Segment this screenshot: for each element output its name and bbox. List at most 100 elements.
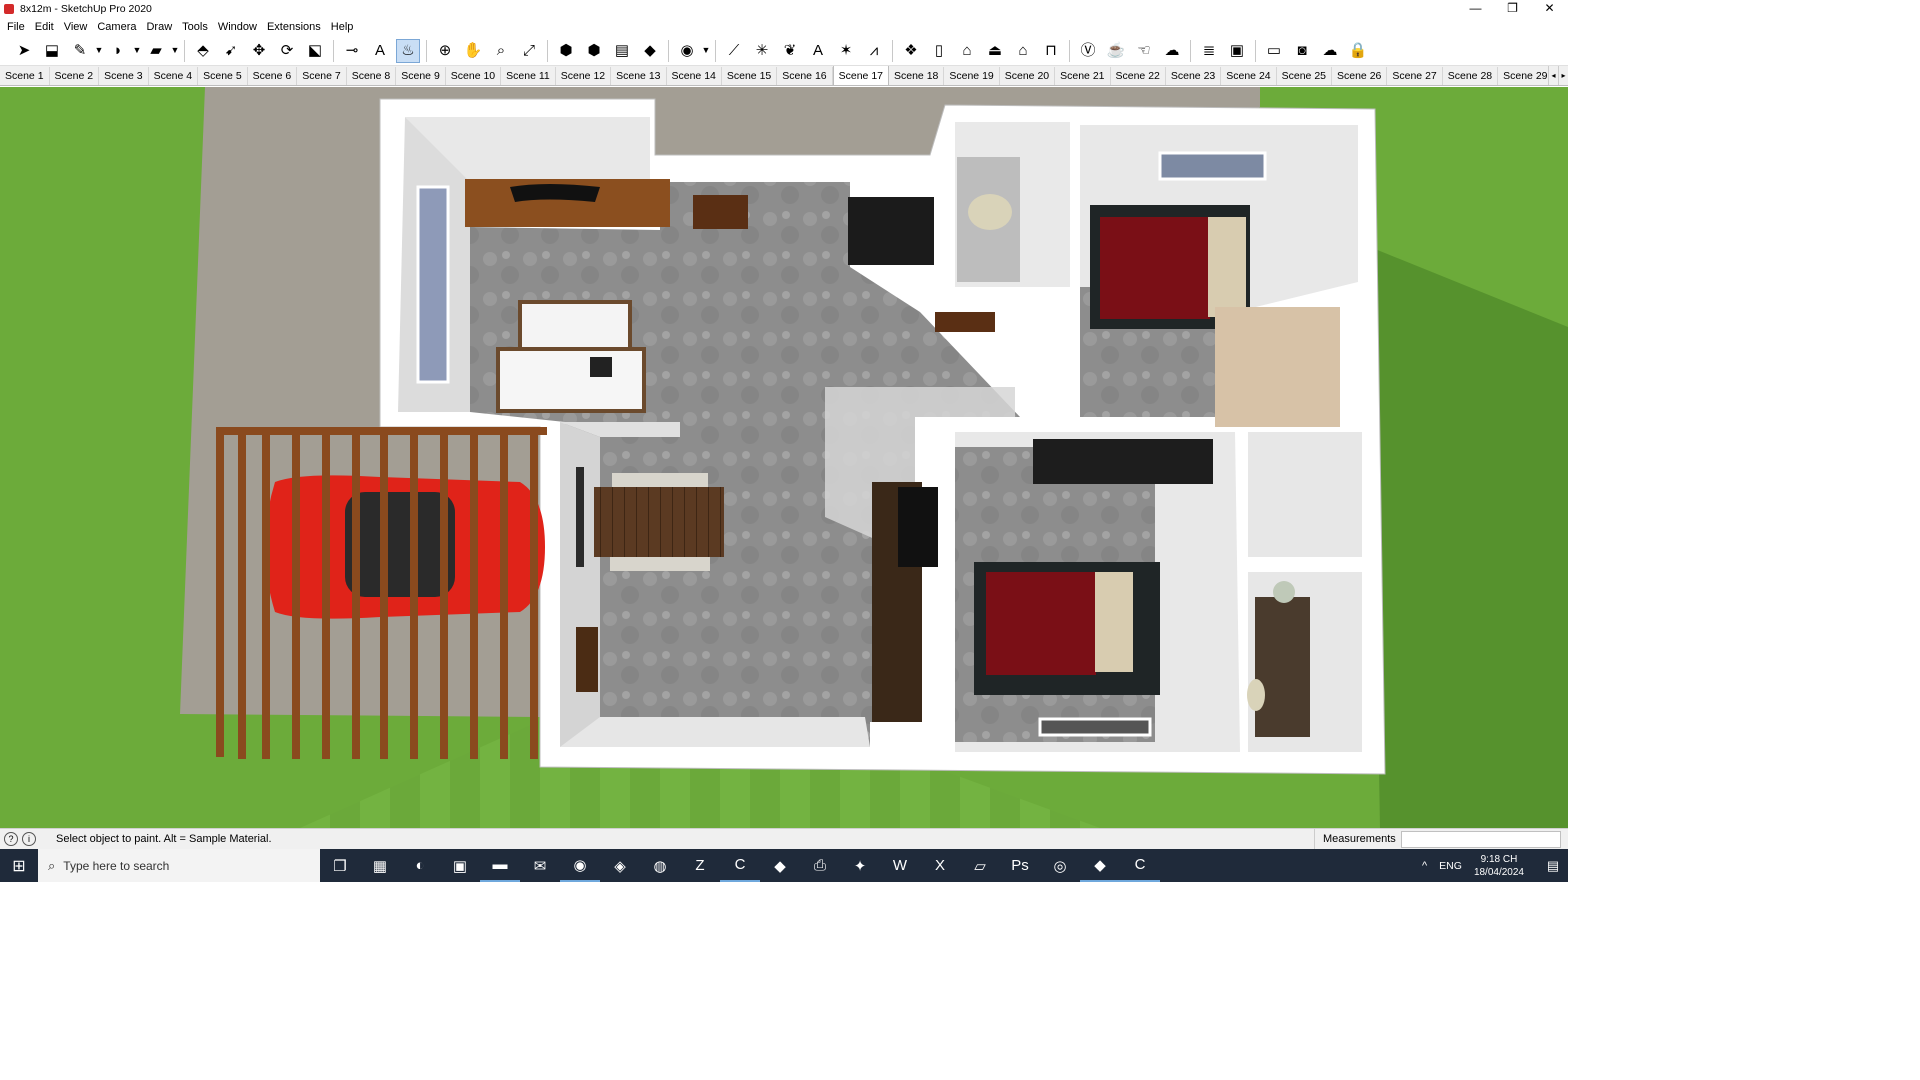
excel-icon[interactable]: X bbox=[920, 849, 960, 882]
red-c-icon[interactable]: C bbox=[1120, 849, 1160, 882]
ruby-icon[interactable]: ◆ bbox=[638, 39, 662, 63]
scene-tab[interactable]: Scene 28 bbox=[1443, 67, 1499, 85]
scene-tab[interactable]: Scene 25 bbox=[1277, 67, 1332, 85]
roof-icon[interactable]: ⏏ bbox=[983, 39, 1007, 63]
store-icon[interactable]: ▣ bbox=[440, 849, 480, 882]
sandbox-smoove-icon[interactable]: ⟋ bbox=[722, 39, 746, 63]
move-icon[interactable]: ✥ bbox=[247, 39, 271, 63]
scene-tab[interactable]: Scene 3 bbox=[99, 67, 149, 85]
sandbox-axis-icon[interactable]: ✶ bbox=[834, 39, 858, 63]
printer-icon[interactable]: ⎙ bbox=[800, 849, 840, 882]
measurements-input[interactable] bbox=[1401, 831, 1561, 848]
menu-extensions[interactable]: Extensions bbox=[262, 21, 326, 33]
scene-tab[interactable]: Scene 16 bbox=[777, 67, 833, 85]
camera-render-icon[interactable]: ◙ bbox=[1290, 39, 1314, 63]
garage-icon[interactable]: ⊓ bbox=[1039, 39, 1063, 63]
taskbar-search[interactable]: ⌕ Type here to search bbox=[38, 849, 320, 882]
green-c-icon[interactable]: C bbox=[720, 849, 760, 882]
chrome-canary-icon[interactable]: ◎ bbox=[1040, 849, 1080, 882]
eraser-icon[interactable]: ⬓ bbox=[40, 39, 64, 63]
pan-icon[interactable]: ✋ bbox=[461, 39, 485, 63]
scene-tab[interactable]: Scene 11 bbox=[501, 67, 556, 85]
info-icon[interactable]: i bbox=[22, 832, 36, 846]
scene-tab[interactable]: Scene 9 bbox=[396, 67, 446, 85]
menu-help[interactable]: Help bbox=[326, 21, 359, 33]
select-arrow-icon[interactable]: ➤ bbox=[12, 39, 36, 63]
scene-tab[interactable]: Scene 18 bbox=[889, 67, 945, 85]
dimension-icon[interactable]: A bbox=[368, 39, 392, 63]
vr-toolbar-icon[interactable]: ≣ bbox=[1197, 39, 1221, 63]
user-profile-icon[interactable]: ◉ bbox=[675, 39, 699, 63]
green-app-icon[interactable]: ◈ bbox=[600, 849, 640, 882]
render-window-icon[interactable]: ▭ bbox=[1262, 39, 1286, 63]
firefox-icon[interactable]: ◍ bbox=[640, 849, 680, 882]
scene-tab[interactable]: Scene 12 bbox=[556, 67, 612, 85]
menu-camera[interactable]: Camera bbox=[92, 21, 141, 33]
tray-caret-icon[interactable]: ^ bbox=[1422, 860, 1427, 872]
close-button[interactable]: ✕ bbox=[1531, 0, 1568, 18]
menu-window[interactable]: Window bbox=[213, 21, 262, 33]
photoshop-icon[interactable]: Ps bbox=[1000, 849, 1040, 882]
word-icon[interactable]: W bbox=[880, 849, 920, 882]
sketchup-icon[interactable]: ◆ bbox=[1080, 849, 1120, 882]
scene-tab[interactable]: Scene 29 bbox=[1498, 67, 1554, 85]
dropdown-arrow-icon[interactable]: ▼ bbox=[94, 39, 104, 63]
layout-icon[interactable]: ▤ bbox=[610, 39, 634, 63]
dropdown-arrow-icon[interactable]: ▼ bbox=[170, 39, 180, 63]
pencil-line-icon[interactable]: ✎ bbox=[68, 39, 92, 63]
rectangle-icon[interactable]: ▰ bbox=[144, 39, 168, 63]
dropdown-arrow-icon[interactable]: ▼ bbox=[701, 39, 711, 63]
cloud-icon[interactable]: ☁ bbox=[1160, 39, 1184, 63]
extension-warehouse-icon[interactable]: ⬢ bbox=[582, 39, 606, 63]
scene-tab[interactable]: Scene 19 bbox=[944, 67, 1000, 85]
follow-me-icon[interactable]: ➹ bbox=[219, 39, 243, 63]
scene-tab[interactable]: Scene 2 bbox=[50, 67, 100, 85]
scene-tab[interactable]: Scene 13 bbox=[611, 67, 667, 85]
scene-tab[interactable]: Scene 6 bbox=[248, 67, 298, 85]
start-button[interactable]: ⊞ bbox=[0, 849, 38, 882]
sandbox-text-icon[interactable]: A bbox=[806, 39, 830, 63]
paint-bucket-icon[interactable]: ♨ bbox=[396, 38, 420, 63]
v-ray-icon[interactable]: Ⓥ bbox=[1076, 39, 1100, 63]
scene-tab[interactable]: Scene 23 bbox=[1166, 67, 1222, 85]
lock-cloud-icon[interactable]: ☁ bbox=[1318, 39, 1342, 63]
scene-scroll-left-icon[interactable]: ◂ bbox=[1548, 66, 1558, 85]
components-icon[interactable]: ❖ bbox=[899, 39, 923, 63]
clock[interactable]: 9:18 CH 18/04/2024 bbox=[1474, 853, 1524, 879]
scene-tab[interactable]: Scene 27 bbox=[1387, 67, 1443, 85]
scene-tab[interactable]: Scene 22 bbox=[1111, 67, 1166, 85]
frame-buffer-icon[interactable]: ▣ bbox=[1225, 39, 1249, 63]
zoom-icon[interactable]: ⌕ bbox=[489, 39, 513, 63]
scene-tab[interactable]: Scene 8 bbox=[347, 67, 397, 85]
scene-tab[interactable]: Scene 7 bbox=[297, 67, 347, 85]
dropdown-arrow-icon[interactable]: ▼ bbox=[132, 39, 142, 63]
sandbox-drape-icon[interactable]: ❦ bbox=[778, 39, 802, 63]
section-icon[interactable]: ▯ bbox=[927, 39, 951, 63]
hand-render-icon[interactable]: ☜ bbox=[1132, 39, 1156, 63]
scene-tab[interactable]: Scene 14 bbox=[667, 67, 722, 85]
scene-tab[interactable]: Scene 21 bbox=[1055, 67, 1111, 85]
sandbox-stamp-icon[interactable]: ✳ bbox=[750, 39, 774, 63]
scale-icon[interactable]: ⬕ bbox=[303, 39, 327, 63]
teapot-icon[interactable]: ☕ bbox=[1104, 39, 1128, 63]
scene-tab[interactable]: Scene 4 bbox=[149, 67, 199, 85]
geo-location-icon[interactable]: ? bbox=[4, 832, 18, 846]
scene-tab[interactable]: Scene 10 bbox=[446, 67, 502, 85]
outline-house-icon[interactable]: ⌂ bbox=[1011, 39, 1035, 63]
menu-file[interactable]: File bbox=[2, 21, 30, 33]
scene-tab[interactable]: Scene 17 bbox=[832, 66, 889, 85]
scene-tab[interactable]: Scene 24 bbox=[1221, 67, 1277, 85]
tape-measure-icon[interactable]: ⊸ bbox=[340, 39, 364, 63]
push-pull-icon[interactable]: ⬘ bbox=[191, 39, 215, 63]
notifications-icon[interactable]: ▤ bbox=[1538, 858, 1568, 874]
padlock-icon[interactable]: 🔒 bbox=[1346, 39, 1370, 63]
task-view-icon[interactable]: ❐ bbox=[320, 849, 360, 882]
notes-icon[interactable]: ▱ bbox=[960, 849, 1000, 882]
zoom-extents-icon[interactable]: ⤢ bbox=[517, 39, 541, 63]
magic-icon[interactable]: ✦ bbox=[840, 849, 880, 882]
scene-tab[interactable]: Scene 5 bbox=[198, 67, 248, 85]
edge-icon[interactable]: ◐ bbox=[400, 849, 440, 882]
scene-tab[interactable]: Scene 20 bbox=[1000, 67, 1056, 85]
restore-button[interactable]: ❐ bbox=[1494, 0, 1531, 18]
sketchup-red-icon[interactable]: ◆ bbox=[760, 849, 800, 882]
